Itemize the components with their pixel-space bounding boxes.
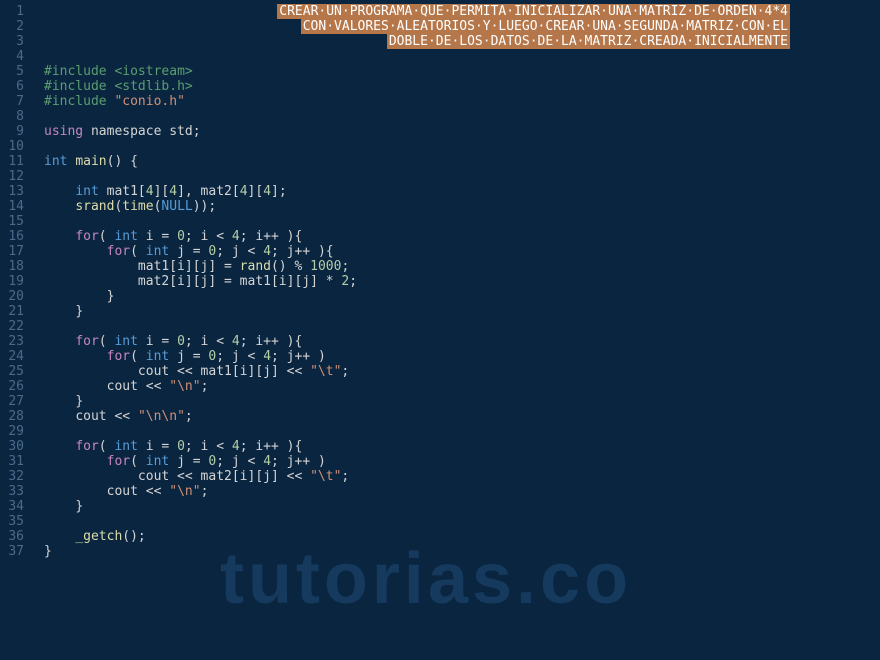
code-line: cout << mat2[i][j] << "\t"; [44, 469, 880, 484]
line-number: 20 [0, 289, 24, 304]
line-number: 25 [0, 364, 24, 379]
code-line: DOBLE·DE·LOS·DATOS·DE·LA·MATRIZ·CREADA·I… [44, 34, 880, 49]
code-line: } [44, 544, 880, 559]
code-line [44, 109, 880, 124]
line-number: 21 [0, 304, 24, 319]
line-number: 3 [0, 34, 24, 49]
code-line: _getch(); [44, 529, 880, 544]
line-number: 34 [0, 499, 24, 514]
code-editor: 1234567891011121314151617181920212223242… [0, 0, 880, 660]
code-line: int main() { [44, 154, 880, 169]
line-number: 12 [0, 169, 24, 184]
line-number: 17 [0, 244, 24, 259]
line-number: 22 [0, 319, 24, 334]
code-line [44, 139, 880, 154]
code-line: cout << mat1[i][j] << "\t"; [44, 364, 880, 379]
line-number: 15 [0, 214, 24, 229]
line-number: 18 [0, 259, 24, 274]
line-number: 5 [0, 64, 24, 79]
code-line: for( int i = 0; i < 4; i++ ){ [44, 229, 880, 244]
code-line [44, 514, 880, 529]
code-line: for( int i = 0; i < 4; i++ ){ [44, 439, 880, 454]
code-line: mat1[i][j] = rand() % 1000; [44, 259, 880, 274]
line-number: 33 [0, 484, 24, 499]
line-number: 36 [0, 529, 24, 544]
comment-text: CON·VALORES·ALEATORIOS·Y·LUEGO·CREAR·UNA… [301, 19, 790, 34]
code-line: } [44, 304, 880, 319]
line-number: 4 [0, 49, 24, 64]
code-line: #include "conio.h" [44, 94, 880, 109]
line-number-gutter: 1234567891011121314151617181920212223242… [0, 0, 32, 660]
code-line: mat2[i][j] = mat1[i][j] * 2; [44, 274, 880, 289]
line-number: 29 [0, 424, 24, 439]
line-number: 27 [0, 394, 24, 409]
code-area[interactable]: CREAR·UN·PROGRAMA·QUE·PERMITA·INICIALIZA… [32, 0, 880, 660]
line-number: 11 [0, 154, 24, 169]
line-number: 13 [0, 184, 24, 199]
line-number: 7 [0, 94, 24, 109]
line-number: 8 [0, 109, 24, 124]
code-line: for( int j = 0; j < 4; j++ ){ [44, 244, 880, 259]
line-number: 31 [0, 454, 24, 469]
code-line: } [44, 289, 880, 304]
code-line [44, 319, 880, 334]
line-number: 6 [0, 79, 24, 94]
line-number: 24 [0, 349, 24, 364]
code-line: using namespace std; [44, 124, 880, 139]
line-number: 37 [0, 544, 24, 559]
line-number: 23 [0, 334, 24, 349]
line-number: 9 [0, 124, 24, 139]
code-line: srand(time(NULL)); [44, 199, 880, 214]
code-line: cout << "\n"; [44, 379, 880, 394]
comment-text: CREAR·UN·PROGRAMA·QUE·PERMITA·INICIALIZA… [277, 4, 790, 19]
code-line [44, 49, 880, 64]
code-line [44, 214, 880, 229]
code-line: int mat1[4][4], mat2[4][4]; [44, 184, 880, 199]
line-number: 28 [0, 409, 24, 424]
code-line: for( int j = 0; j < 4; j++ ) [44, 349, 880, 364]
comment-text: DOBLE·DE·LOS·DATOS·DE·LA·MATRIZ·CREADA·I… [387, 34, 790, 49]
code-line: } [44, 499, 880, 514]
code-line: } [44, 394, 880, 409]
line-number: 2 [0, 19, 24, 34]
line-number: 19 [0, 274, 24, 289]
line-number: 1 [0, 4, 24, 19]
code-line [44, 169, 880, 184]
code-line [44, 424, 880, 439]
code-line: #include <iostream> [44, 64, 880, 79]
line-number: 32 [0, 469, 24, 484]
code-line: for( int i = 0; i < 4; i++ ){ [44, 334, 880, 349]
code-line: for( int j = 0; j < 4; j++ ) [44, 454, 880, 469]
line-number: 30 [0, 439, 24, 454]
line-number: 35 [0, 514, 24, 529]
code-line: cout << "\n\n"; [44, 409, 880, 424]
line-number: 16 [0, 229, 24, 244]
line-number: 14 [0, 199, 24, 214]
line-number: 26 [0, 379, 24, 394]
code-line: CREAR·UN·PROGRAMA·QUE·PERMITA·INICIALIZA… [44, 4, 880, 19]
line-number: 10 [0, 139, 24, 154]
code-line: CON·VALORES·ALEATORIOS·Y·LUEGO·CREAR·UNA… [44, 19, 880, 34]
code-line: cout << "\n"; [44, 484, 880, 499]
code-line: #include <stdlib.h> [44, 79, 880, 94]
